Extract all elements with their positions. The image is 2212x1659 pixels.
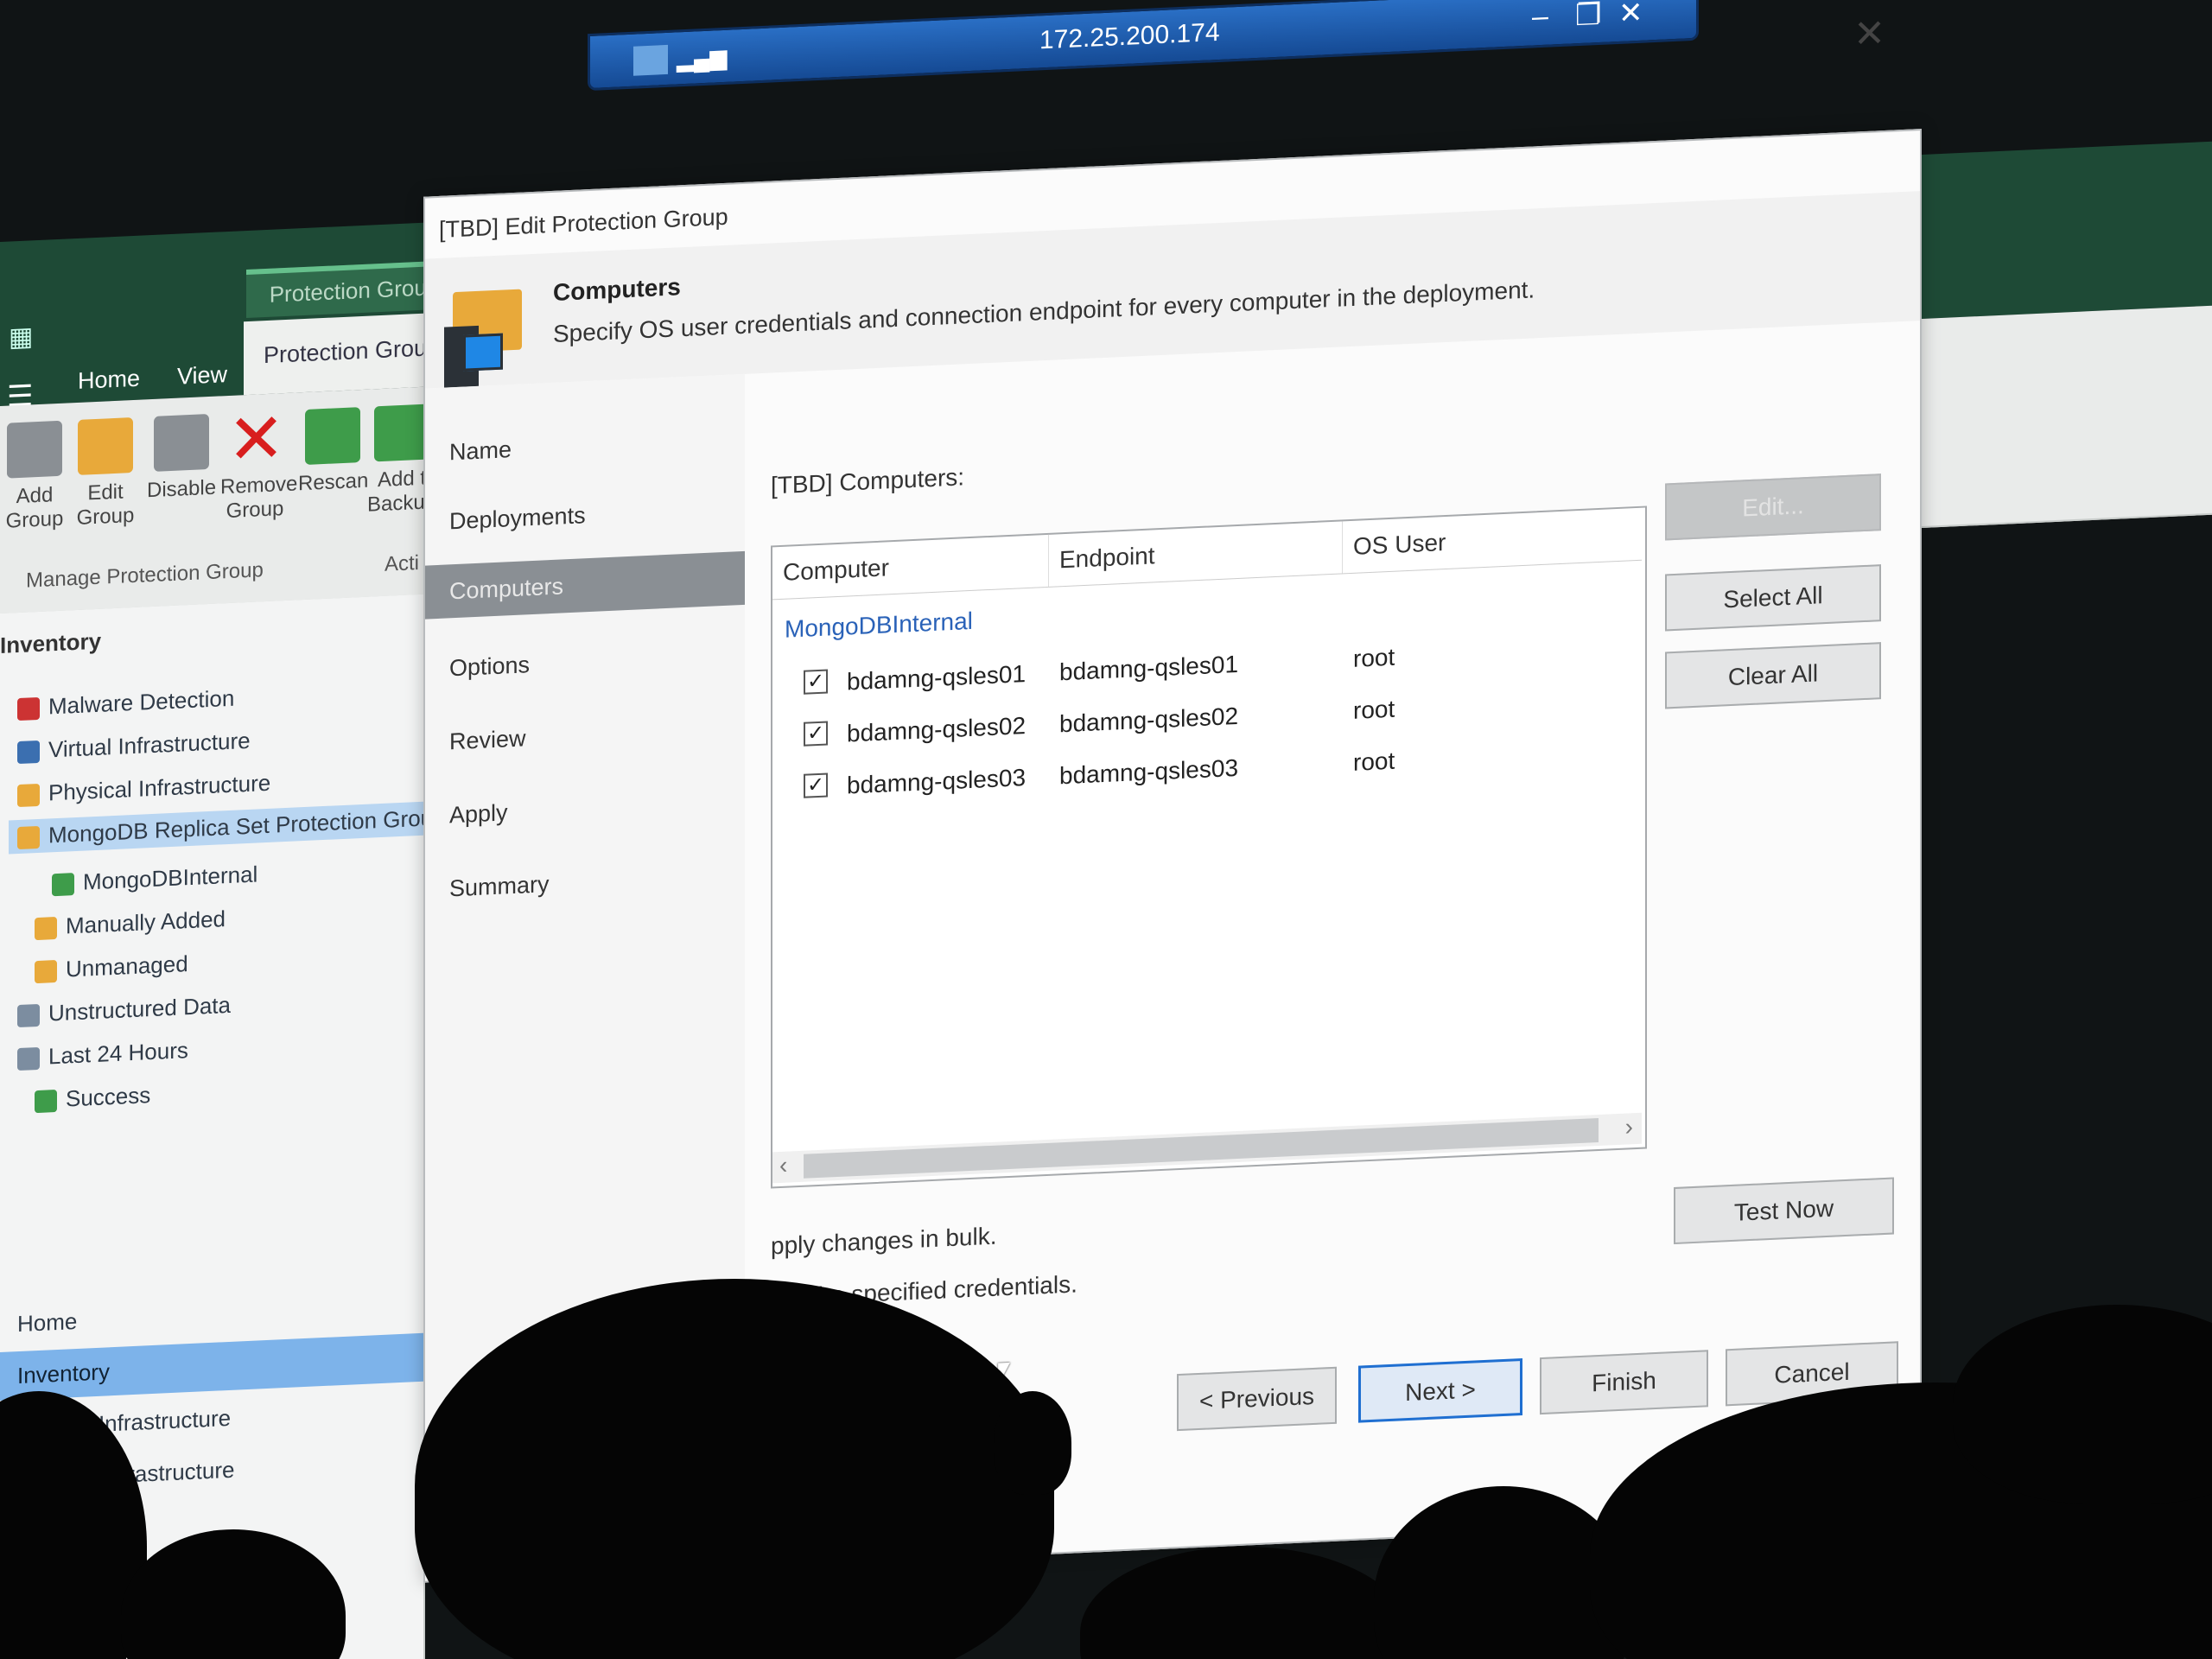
- finish-button[interactable]: Finish: [1540, 1350, 1708, 1415]
- step-computers[interactable]: Computers: [425, 550, 745, 620]
- disable-icon: [154, 414, 209, 472]
- tree-item-manually-added[interactable]: Manually Added: [35, 906, 226, 941]
- computers-icon: [444, 289, 522, 388]
- remove-icon: ✕: [227, 399, 286, 480]
- scroll-right-icon[interactable]: ›: [1625, 1113, 1633, 1141]
- tree-item-mongodbinternal[interactable]: MongoDBInternal: [52, 861, 257, 897]
- success-icon: [35, 1090, 57, 1114]
- ribbon-group-label: Manage Protection Group: [26, 558, 264, 593]
- add-group-button[interactable]: Add Group: [0, 420, 69, 534]
- computers-grid-caption: [TBD] Computers:: [771, 463, 965, 499]
- column-header-os-user[interactable]: OS User: [1343, 508, 1637, 573]
- scrollbar-thumb[interactable]: [804, 1117, 1599, 1179]
- tree-item-virtual-infrastructure[interactable]: Virtual Infrastructure: [17, 728, 251, 765]
- rescan-button[interactable]: Rescan: [298, 407, 368, 497]
- tree-item-mongodb-protection-group[interactable]: MongoDB Replica Set Protection Group: [9, 800, 454, 855]
- step-review[interactable]: Review: [449, 725, 526, 755]
- row-checkbox[interactable]: ✓: [804, 669, 828, 695]
- cell-endpoint: bdamng-qsles03: [1059, 753, 1239, 790]
- scroll-left-icon[interactable]: ‹: [779, 1152, 787, 1179]
- audience-silhouette: [994, 1391, 1071, 1495]
- cell-endpoint: bdamng-qsles02: [1059, 702, 1239, 738]
- edit-group-button[interactable]: Edit Group: [71, 417, 140, 531]
- remote-session-bar: ▂▄▆ 172.25.200.174 ‒ ❐ ✕: [588, 0, 1699, 92]
- add-group-icon: [7, 420, 62, 479]
- add-to-backup-icon: [374, 404, 429, 462]
- cell-endpoint: bdamng-qsles01: [1059, 650, 1239, 686]
- deployment-icon: [52, 873, 74, 897]
- disable-button[interactable]: Disable: [147, 414, 216, 504]
- cell-os-user: root: [1353, 643, 1395, 672]
- horizontal-scrollbar[interactable]: ‹ ›: [772, 1112, 1642, 1184]
- computers-grid: Computer Endpoint OS User MongoDBInterna…: [771, 505, 1647, 1189]
- tree-item-unmanaged[interactable]: Unmanaged: [35, 950, 188, 984]
- document-icon: [17, 1004, 40, 1028]
- group-row-label[interactable]: MongoDBInternal: [785, 607, 973, 644]
- row-checkbox[interactable]: ✓: [804, 721, 828, 747]
- dialog-close-icon[interactable]: ✕: [1853, 11, 1885, 57]
- cell-os-user: root: [1353, 747, 1395, 776]
- ribbon-group-label-2: Acti: [385, 550, 420, 576]
- header-title: Computers: [553, 273, 681, 306]
- cell-os-user: root: [1353, 695, 1395, 724]
- next-button[interactable]: Next >: [1358, 1357, 1522, 1423]
- tab-home[interactable]: Home: [78, 365, 140, 395]
- rescan-icon: [305, 407, 360, 465]
- history-icon: [17, 1047, 40, 1071]
- close-icon[interactable]: ✕: [1618, 0, 1643, 31]
- cell-computer: bdamng-qsles02: [847, 712, 1027, 747]
- remote-host-ip: 172.25.200.174: [1039, 17, 1220, 55]
- tree-item-physical-infrastructure[interactable]: Physical Infrastructure: [17, 770, 270, 808]
- clear-all-button[interactable]: Clear All: [1665, 642, 1881, 709]
- step-options[interactable]: Options: [449, 652, 530, 682]
- folder-icon: [35, 917, 57, 941]
- cell-computer: bdamng-qsles01: [847, 660, 1027, 696]
- malware-icon: [17, 697, 40, 721]
- cell-computer: bdamng-qsles03: [847, 764, 1027, 799]
- step-apply[interactable]: Apply: [449, 799, 508, 829]
- column-header-endpoint[interactable]: Endpoint: [1049, 521, 1343, 587]
- protection-group-icon: [17, 826, 40, 850]
- bulk-edit-hint: pply changes in bulk.: [771, 1222, 997, 1260]
- previous-button[interactable]: < Previous: [1177, 1366, 1337, 1432]
- tree-item-malware-detection[interactable]: Malware Detection: [17, 685, 234, 721]
- tab-view[interactable]: View: [177, 361, 227, 391]
- virtual-infra-icon: [17, 741, 40, 765]
- select-all-button[interactable]: Select All: [1665, 564, 1881, 632]
- dialog-title: [TBD] Edit Protection Group: [439, 203, 728, 243]
- remove-group-button[interactable]: ✕ Remove Group: [220, 399, 297, 524]
- physical-infra-icon: [17, 784, 40, 808]
- app-icon: ▦: [9, 322, 34, 353]
- row-checkbox[interactable]: ✓: [804, 772, 828, 798]
- edit-button[interactable]: Edit...: [1665, 474, 1881, 541]
- inventory-title: Inventory: [0, 627, 102, 658]
- step-name[interactable]: Name: [449, 436, 512, 466]
- edit-group-icon: [78, 417, 133, 475]
- restore-icon[interactable]: ❐: [1575, 0, 1601, 33]
- test-now-button[interactable]: Test Now: [1674, 1177, 1894, 1245]
- projected-screen: ▦ ☰ Protection Group Tools Home View Pro…: [0, 0, 2212, 1659]
- header-subtitle: Specify OS user credentials and connecti…: [553, 276, 1535, 347]
- minimize-icon[interactable]: ‒: [1532, 0, 1548, 34]
- step-deployments[interactable]: Deployments: [449, 502, 586, 535]
- tree-item-unstructured-data[interactable]: Unstructured Data: [17, 992, 231, 1028]
- tree-item-last-24-hours[interactable]: Last 24 Hours: [17, 1037, 188, 1071]
- signal-icon: ▂▄▆: [677, 43, 728, 73]
- column-header-computer[interactable]: Computer: [772, 534, 1049, 600]
- folder-icon: [35, 960, 57, 984]
- tree-item-success[interactable]: Success: [35, 1082, 150, 1114]
- step-summary[interactable]: Summary: [449, 871, 550, 902]
- pin-icon[interactable]: [633, 44, 668, 76]
